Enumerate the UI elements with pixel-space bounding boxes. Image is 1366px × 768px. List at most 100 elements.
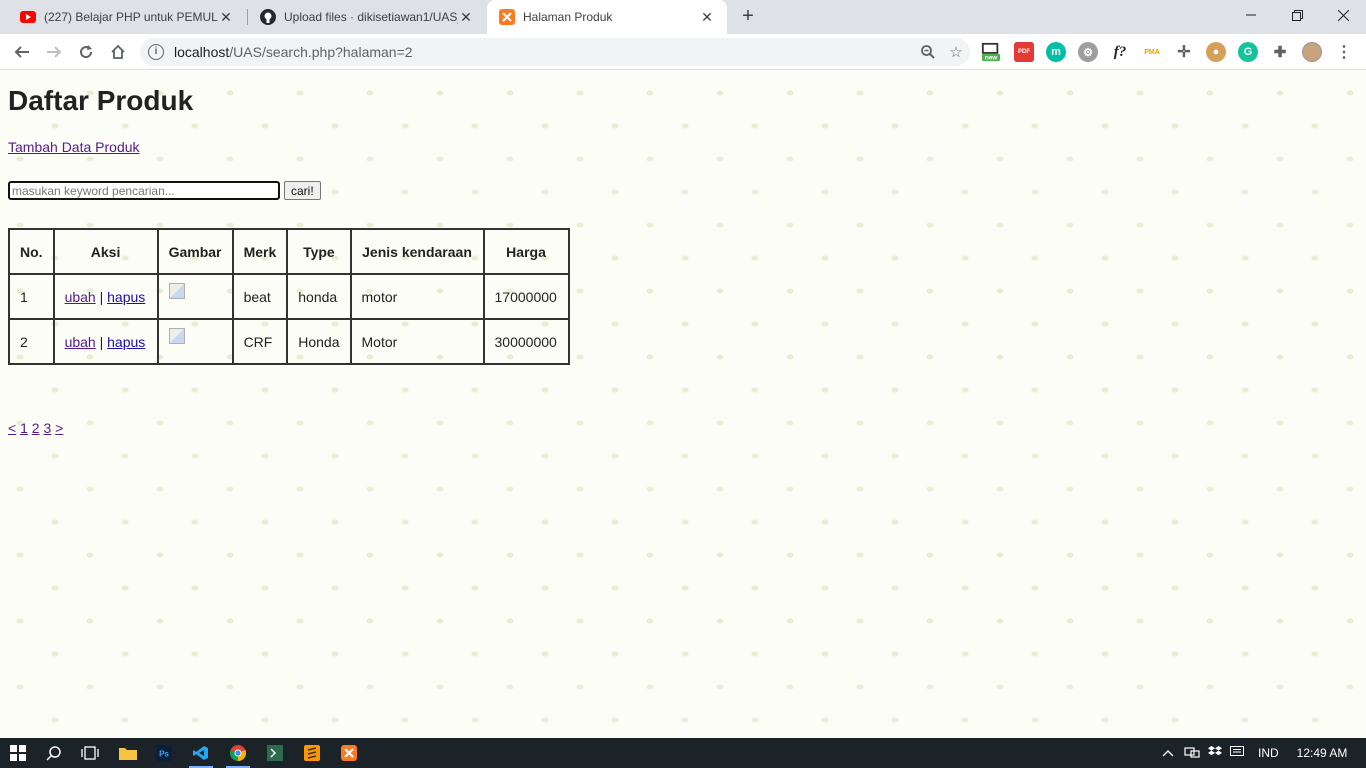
- chrome-icon[interactable]: [220, 738, 256, 768]
- delete-link[interactable]: hapus: [107, 289, 145, 305]
- svg-text:new: new: [985, 55, 997, 62]
- zoom-icon[interactable]: [914, 38, 942, 66]
- site-info-icon[interactable]: i: [148, 44, 164, 60]
- photoshop-icon[interactable]: Ps: [146, 738, 182, 768]
- tab-title: Halaman Produk: [523, 10, 613, 24]
- pagination-page-3[interactable]: 3: [43, 420, 51, 436]
- add-product-link[interactable]: Tambah Data Produk: [8, 139, 140, 155]
- cell-merk: beat: [232, 274, 288, 319]
- close-window-button[interactable]: [1320, 0, 1366, 30]
- pagination-page-2[interactable]: 2: [32, 420, 40, 436]
- tab-youtube[interactable]: (227) Belajar PHP untuk PEMULA ✕: [8, 0, 246, 34]
- close-tab-icon[interactable]: ✕: [218, 9, 234, 25]
- close-tab-icon[interactable]: ✕: [699, 9, 715, 25]
- cell-aksi: ubah | hapus: [53, 319, 158, 364]
- search-form: cari!: [8, 181, 570, 200]
- tab-title: (227) Belajar PHP untuk PEMULA: [44, 10, 218, 24]
- windows-start-icon[interactable]: [0, 738, 36, 768]
- terminal-icon[interactable]: [257, 738, 293, 768]
- reload-button[interactable]: [72, 38, 100, 66]
- dropbox-icon[interactable]: [1208, 745, 1222, 761]
- broken-image-icon: [168, 328, 185, 344]
- pagination-prev-link[interactable]: <: [8, 420, 16, 436]
- page-viewport: Daftar Produk Tambah Data Produk cari! N…: [0, 71, 1366, 738]
- tab-github[interactable]: Upload files · dikisetiawan1/UAS_ ✕: [248, 0, 486, 34]
- bookmark-star-icon[interactable]: ☆: [942, 38, 970, 66]
- table-header-row: No. Aksi Gambar Merk Type Jenis kendaraa…: [9, 229, 569, 274]
- cookie-extension-icon[interactable]: ●: [1206, 42, 1226, 62]
- m-extension-icon[interactable]: m: [1046, 42, 1066, 62]
- grammarly-icon[interactable]: G: [1238, 42, 1258, 62]
- ruler-extension-icon[interactable]: ✛: [1174, 42, 1194, 62]
- youtube-icon: [20, 9, 36, 25]
- xampp-taskbar-icon[interactable]: [331, 738, 367, 768]
- menu-kebab-icon[interactable]: ⋮: [1334, 42, 1354, 62]
- system-tray: IND 12:49 AM: [1162, 738, 1347, 768]
- url-text: localhost/UAS/search.php?halaman=2: [174, 44, 914, 60]
- pagination: < 1 2 3 >: [8, 420, 570, 436]
- cell-no: 2: [9, 319, 54, 364]
- search-icon[interactable]: [36, 738, 72, 768]
- extension-new-icon[interactable]: new: [981, 42, 1001, 62]
- column-header-no: No.: [9, 229, 54, 274]
- browser-toolbar: i localhost/UAS/search.php?halaman=2 ☆ n…: [0, 34, 1366, 70]
- tab-halaman-produk[interactable]: Halaman Produk ✕: [487, 0, 727, 34]
- address-bar[interactable]: i localhost/UAS/search.php?halaman=2 ☆: [140, 38, 970, 66]
- clock[interactable]: 12:49 AM: [1297, 746, 1348, 760]
- column-header-aksi: Aksi: [53, 229, 158, 274]
- column-header-jenis: Jenis kendaraan: [350, 229, 484, 274]
- page-title: Daftar Produk: [8, 85, 194, 116]
- task-view-icon[interactable]: [72, 738, 108, 768]
- forward-button[interactable]: [40, 38, 68, 66]
- search-input[interactable]: [8, 181, 280, 200]
- pdf-extension-icon[interactable]: PDF: [1014, 42, 1034, 62]
- edit-link[interactable]: ubah: [65, 334, 96, 350]
- show-hidden-icons-icon[interactable]: [1162, 746, 1174, 760]
- function-extension-icon[interactable]: f?: [1110, 42, 1130, 62]
- table-row: 1 ubah | hapus beat honda motor 17000000: [9, 274, 569, 319]
- pagination-next-link[interactable]: >: [55, 420, 63, 436]
- github-icon: [260, 9, 276, 25]
- page-content: Daftar Produk Tambah Data Produk cari! N…: [8, 85, 570, 436]
- cell-jenis: motor: [350, 274, 484, 319]
- pma-extension-icon[interactable]: PMA: [1142, 42, 1162, 62]
- action-separator: |: [99, 333, 104, 350]
- notification-icon[interactable]: [1230, 745, 1244, 761]
- windows-taskbar: Ps IND 12:49 AM: [0, 738, 1366, 768]
- extensions-puzzle-icon[interactable]: ✚: [1270, 42, 1290, 62]
- file-explorer-icon[interactable]: [110, 738, 146, 768]
- cell-harga: 30000000: [483, 319, 569, 364]
- xampp-icon: [499, 9, 515, 25]
- sublime-text-icon[interactable]: [294, 738, 330, 768]
- tab-strip: (227) Belajar PHP untuk PEMULA ✕ Upload …: [0, 0, 1366, 34]
- column-header-type: Type: [287, 229, 351, 274]
- pagination-page-1[interactable]: 1: [20, 420, 28, 436]
- new-tab-button[interactable]: +: [736, 5, 760, 29]
- profile-avatar[interactable]: [1302, 42, 1322, 62]
- action-separator: |: [99, 288, 104, 305]
- delete-link[interactable]: hapus: [107, 334, 145, 350]
- back-button[interactable]: [8, 38, 36, 66]
- language-indicator[interactable]: IND: [1258, 746, 1279, 760]
- vscode-icon[interactable]: [183, 738, 219, 768]
- search-button[interactable]: cari!: [284, 181, 321, 200]
- close-tab-icon[interactable]: ✕: [458, 9, 474, 25]
- cell-jenis: Motor: [350, 319, 484, 364]
- cell-merk: CRF: [232, 319, 288, 364]
- network-icon[interactable]: [1184, 746, 1200, 761]
- home-button[interactable]: [104, 38, 132, 66]
- restore-button[interactable]: [1274, 0, 1320, 30]
- broken-image-icon: [168, 283, 185, 299]
- minimize-button[interactable]: [1228, 0, 1274, 30]
- svg-text:Ps: Ps: [159, 750, 169, 759]
- tab-title: Upload files · dikisetiawan1/UAS_: [284, 10, 458, 24]
- cell-type: honda: [287, 274, 351, 319]
- column-header-merk: Merk: [232, 229, 288, 274]
- cell-gambar: [157, 319, 233, 364]
- cell-type: Honda: [287, 319, 351, 364]
- settings-extension-icon[interactable]: ⚙: [1078, 42, 1098, 62]
- column-header-harga: Harga: [483, 229, 569, 274]
- edit-link[interactable]: ubah: [65, 289, 96, 305]
- column-header-gambar: Gambar: [157, 229, 233, 274]
- cell-gambar: [157, 274, 233, 319]
